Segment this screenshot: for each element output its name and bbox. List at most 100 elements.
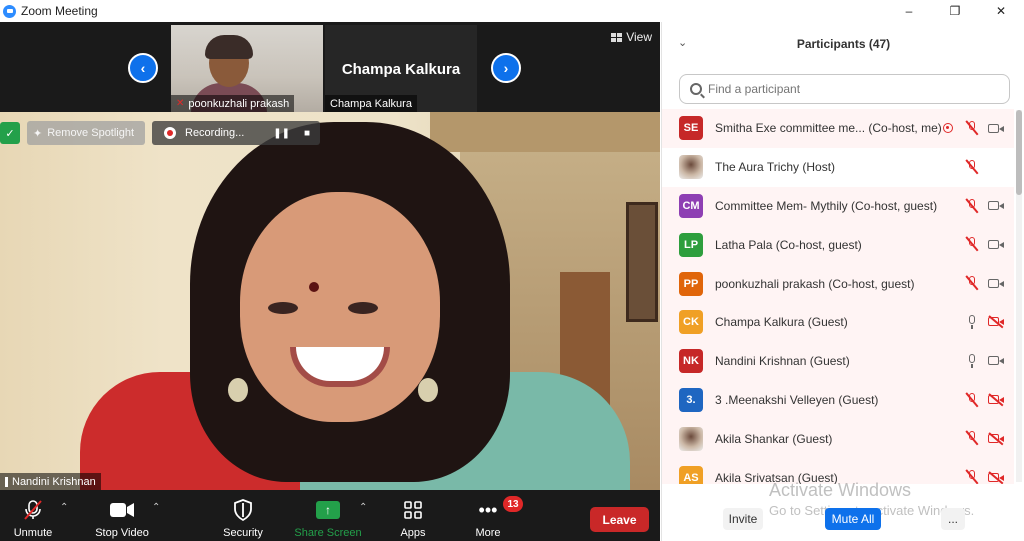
minimize-button[interactable]: – bbox=[886, 0, 932, 22]
leave-button[interactable]: Leave bbox=[590, 507, 649, 532]
mute-all-button[interactable]: Mute All bbox=[825, 508, 881, 530]
video-camera-icon bbox=[988, 123, 1004, 134]
invite-button[interactable]: Invite bbox=[723, 508, 763, 530]
apps-label: Apps bbox=[400, 527, 426, 539]
participant-name: Champa Kalkura (Guest) bbox=[715, 315, 848, 329]
title-bar: Zoom Meeting – ❐ ✕ bbox=[0, 0, 1024, 22]
participant-name: Smitha Exe committee me... (Co-host, me) bbox=[715, 121, 942, 135]
scrollbar-thumb[interactable] bbox=[1016, 110, 1022, 195]
video-off-icon bbox=[988, 471, 1004, 484]
remove-spotlight-button[interactable]: ✦ Remove Spotlight bbox=[27, 121, 145, 145]
participant-name: Akila Shankar (Guest) bbox=[715, 432, 832, 446]
unmute-button[interactable]: Unmute bbox=[10, 490, 56, 541]
participant-role: (Guest) bbox=[792, 431, 833, 446]
stop-recording-icon[interactable]: ■ bbox=[304, 128, 310, 139]
panel-more-button[interactable]: ... bbox=[941, 508, 965, 530]
video-off-icon bbox=[988, 393, 1004, 407]
participant-search-box[interactable] bbox=[679, 74, 1010, 104]
participant-avatar: CM bbox=[679, 193, 703, 218]
prev-page-button[interactable]: ‹ bbox=[128, 53, 158, 83]
panel-header: ⌄ Participants (47) bbox=[662, 22, 1024, 66]
participant-avatar: PP bbox=[679, 271, 703, 296]
maximize-button[interactable]: ❐ bbox=[932, 0, 978, 22]
encryption-shield-icon[interactable]: ✓ bbox=[0, 122, 20, 144]
participant-display-name: Latha Pala bbox=[715, 237, 773, 252]
thumbnail-display-name: Champa Kalkura bbox=[341, 61, 461, 78]
search-icon bbox=[690, 83, 702, 95]
participant-row[interactable]: NK Nandini Krishnan (Guest) bbox=[662, 341, 1014, 381]
more-button[interactable]: ••• More bbox=[466, 490, 510, 541]
participant-display-name: poonkuzhali prakash bbox=[715, 276, 826, 291]
spotlight-icon: ✦ bbox=[33, 127, 43, 140]
shield-icon bbox=[230, 497, 256, 523]
unmute-label: Unmute bbox=[13, 527, 53, 539]
window-title: Zoom Meeting bbox=[21, 4, 98, 18]
participant-name: Nandini Krishnan (Guest) bbox=[715, 354, 850, 368]
mic-muted-icon[interactable] bbox=[965, 236, 979, 252]
mic-icon[interactable] bbox=[966, 314, 978, 330]
mic-muted-icon[interactable] bbox=[965, 469, 979, 484]
activate-windows-watermark: Activate Windows bbox=[769, 480, 912, 500]
mic-muted-icon[interactable] bbox=[965, 159, 979, 175]
video-off-icon bbox=[988, 316, 1004, 329]
stop-video-label: Stop Video bbox=[95, 527, 149, 539]
participant-row[interactable]: SE Smitha Exe committee me... (Co-host, m… bbox=[662, 109, 1014, 148]
window-controls: – ❐ ✕ bbox=[886, 0, 1024, 22]
participant-row[interactable]: CK Champa Kalkura (Guest) bbox=[662, 302, 1014, 342]
participant-name: 3 .Meenakshi Velleyen (Guest) bbox=[715, 393, 878, 407]
video-camera-icon bbox=[988, 200, 1004, 211]
apps-button[interactable]: Apps bbox=[392, 490, 434, 541]
grid-view-icon bbox=[611, 32, 623, 42]
recording-icon bbox=[164, 127, 176, 139]
pause-recording-icon[interactable]: ❚❚ bbox=[273, 128, 290, 139]
participants-title: Participants (47) bbox=[796, 37, 891, 51]
share-screen-button[interactable]: ↑ Share Screen bbox=[292, 490, 364, 541]
video-options-caret-icon[interactable]: ⌃ bbox=[152, 502, 160, 513]
more-dots-icon: ••• bbox=[478, 499, 498, 520]
recording-label: Recording... bbox=[185, 127, 245, 139]
participant-avatar: CK bbox=[679, 310, 703, 335]
participant-row[interactable]: PP poonkuzhali prakash (Co-host, guest) bbox=[662, 264, 1014, 303]
thumbnail-name-tag: Champa Kalkura bbox=[325, 95, 417, 112]
view-button[interactable]: View bbox=[611, 30, 652, 44]
audio-options-caret-icon[interactable]: ⌃ bbox=[60, 502, 68, 513]
video-camera-icon bbox=[109, 497, 135, 523]
participant-display-name: Akila Shankar bbox=[715, 431, 790, 446]
video-camera-icon bbox=[988, 278, 1004, 289]
security-button[interactable]: Security bbox=[220, 490, 266, 541]
participant-search-input[interactable] bbox=[708, 82, 988, 96]
mic-icon[interactable] bbox=[966, 353, 978, 369]
next-page-button[interactable]: › bbox=[491, 53, 521, 83]
participant-thumbnail-poonkuzhali[interactable]: ✕ poonkuzhali prakash bbox=[171, 25, 323, 112]
share-options-caret-icon[interactable]: ⌃ bbox=[359, 502, 367, 513]
participant-name: poonkuzhali prakash (Co-host, guest) bbox=[715, 277, 914, 291]
more-label: More bbox=[475, 527, 501, 539]
audio-level-icon bbox=[5, 477, 8, 487]
video-off-icon bbox=[988, 432, 1004, 446]
participant-row[interactable]: CM Committee Mem- Mythily (Co-host, guest… bbox=[662, 186, 1014, 226]
participant-thumbnail-champa[interactable]: Champa Kalkura Champa Kalkura bbox=[325, 25, 477, 112]
mic-muted-icon[interactable] bbox=[965, 275, 979, 291]
participant-row[interactable]: Akila Shankar (Guest) bbox=[662, 419, 1014, 459]
participant-row[interactable]: 3. 3 .Meenakshi Velleyen (Guest) bbox=[662, 380, 1014, 420]
participant-list-scrollbar[interactable] bbox=[1016, 110, 1022, 482]
participant-role: (Co-host, guest) bbox=[851, 198, 938, 213]
more-notification-badge: 13 bbox=[503, 496, 523, 512]
participant-role: (Host) bbox=[802, 160, 836, 175]
participant-display-name: 3 .Meenakshi Velleyen bbox=[715, 392, 836, 407]
participant-row[interactable]: LP Latha Pala (Co-host, guest) bbox=[662, 225, 1014, 265]
participant-avatar bbox=[679, 155, 703, 180]
share-screen-icon: ↑ bbox=[316, 501, 340, 519]
participant-name: Latha Pala (Co-host, guest) bbox=[715, 238, 862, 252]
mic-muted-icon[interactable] bbox=[965, 120, 979, 136]
participant-name: The Aura Trichy (Host) bbox=[715, 160, 835, 174]
participant-role: (Co-host, me) bbox=[868, 121, 942, 136]
stop-video-button[interactable]: Stop Video bbox=[90, 490, 154, 541]
mic-muted-icon[interactable] bbox=[965, 198, 979, 214]
close-button[interactable]: ✕ bbox=[978, 0, 1024, 22]
participant-row[interactable]: The Aura Trichy (Host) bbox=[662, 147, 1014, 187]
speaker-name-tag: Nandini Krishnan bbox=[0, 473, 101, 491]
panel-footer: Activate Windows Go to Settings to activ… bbox=[662, 480, 1024, 541]
mic-muted-icon[interactable] bbox=[965, 430, 979, 446]
mic-muted-icon[interactable] bbox=[965, 392, 979, 408]
